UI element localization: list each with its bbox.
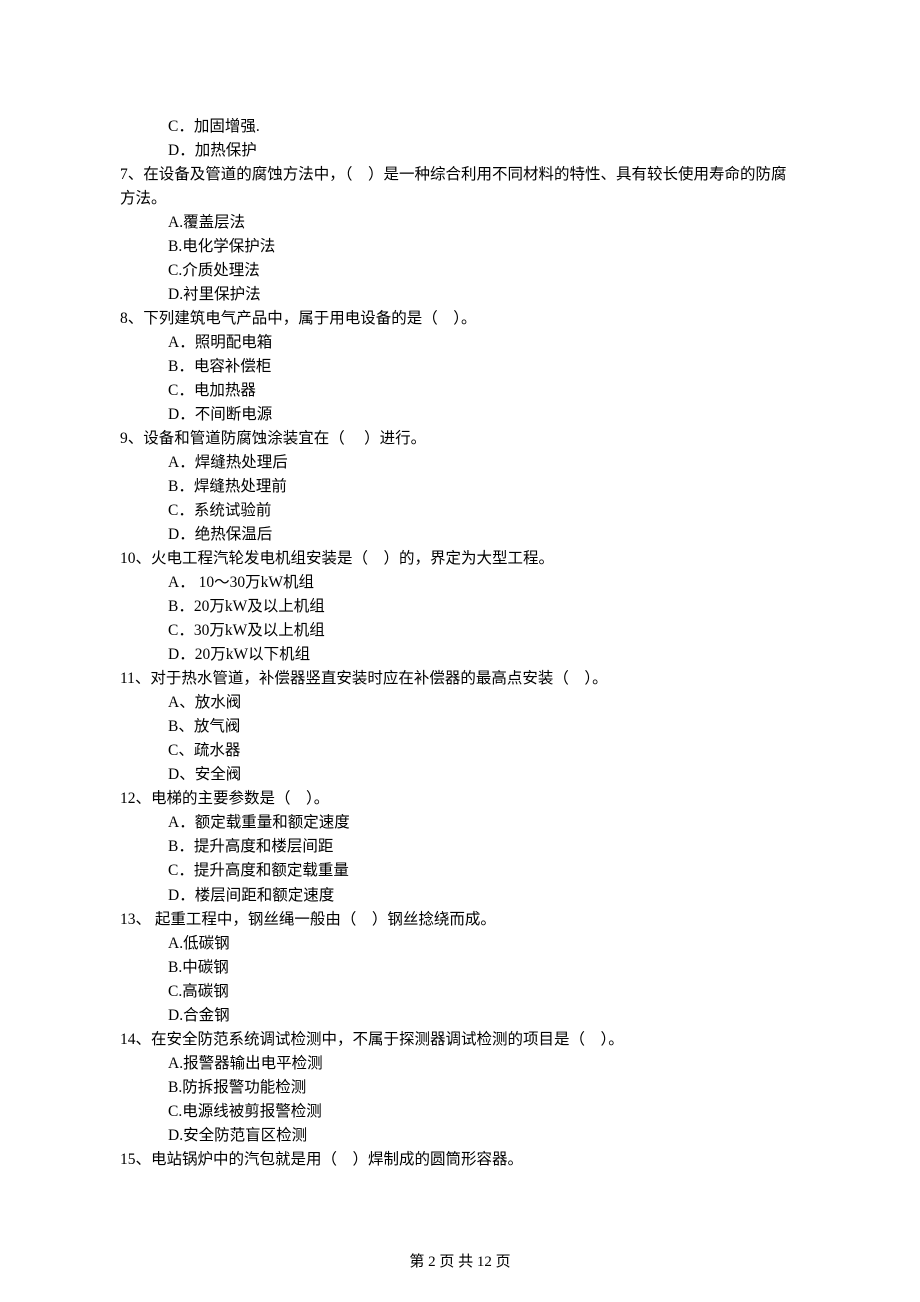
- answer-option: C．30万kW及以上机组: [168, 619, 800, 643]
- question-stem: 10、火电工程汽轮发电机组安装是（ ）的，界定为大型工程。: [120, 547, 800, 571]
- answer-option: B．焊缝热处理前: [168, 475, 800, 499]
- answer-option: A．焊缝热处理后: [168, 451, 800, 475]
- answer-option: B.防拆报警功能检测: [168, 1076, 800, 1100]
- answer-option: A.低碳钢: [168, 932, 800, 956]
- answer-option: D.安全防范盲区检测: [168, 1124, 800, 1148]
- answer-option: C、疏水器: [168, 739, 800, 763]
- answer-option: B.电化学保护法: [168, 235, 800, 259]
- answer-option: C．系统试验前: [168, 499, 800, 523]
- orphan-option: D．加热保护: [168, 139, 800, 163]
- answer-option: A、放水阀: [168, 691, 800, 715]
- question-stem: 15、电站锅炉中的汽包就是用（ ）焊制成的圆筒形容器。: [120, 1148, 800, 1172]
- answer-option: C．电加热器: [168, 379, 800, 403]
- answer-option: A.报警器输出电平检测: [168, 1052, 800, 1076]
- answer-option: C.高碳钢: [168, 980, 800, 1004]
- question-stem: 7、在设备及管道的腐蚀方法中，（ ）是一种综合利用不同材料的特性、具有较长使用寿…: [120, 163, 800, 211]
- answer-option: D．20万kW以下机组: [168, 643, 800, 667]
- answer-option: C．提升高度和额定载重量: [168, 859, 800, 883]
- content-block: C．加固增强. D．加热保护 7、在设备及管道的腐蚀方法中，（ ）是一种综合利用…: [120, 115, 800, 1172]
- answer-option: D、安全阀: [168, 763, 800, 787]
- answer-option: D．楼层间距和额定速度: [168, 884, 800, 908]
- answer-option: A．照明配电箱: [168, 331, 800, 355]
- answer-option: D.衬里保护法: [168, 283, 800, 307]
- answer-option: B.中碳钢: [168, 956, 800, 980]
- question-stem: 8、下列建筑电气产品中，属于用电设备的是（ ）。: [120, 307, 800, 331]
- orphan-option: C．加固增强.: [168, 115, 800, 139]
- answer-option: B．电容补偿柜: [168, 355, 800, 379]
- page-footer: 第 2 页 共 12 页: [0, 1251, 920, 1274]
- question-stem: 9、设备和管道防腐蚀涂装宜在（ ）进行。: [120, 427, 800, 451]
- answer-option: D．不间断电源: [168, 403, 800, 427]
- question-stem: 12、电梯的主要参数是（ ）。: [120, 787, 800, 811]
- question-stem: 13、 起重工程中，钢丝绳一般由（ ）钢丝捻绕而成。: [120, 908, 800, 932]
- answer-option: A． 10～30万kW机组: [168, 571, 800, 595]
- answer-option: A．额定载重量和额定速度: [168, 811, 800, 835]
- answer-option: B．提升高度和楼层间距: [168, 835, 800, 859]
- answer-option: C.介质处理法: [168, 259, 800, 283]
- answer-option: B、放气阀: [168, 715, 800, 739]
- document-page: C．加固增强. D．加热保护 7、在设备及管道的腐蚀方法中，（ ）是一种综合利用…: [0, 0, 920, 1302]
- answer-option: C.电源线被剪报警检测: [168, 1100, 800, 1124]
- answer-option: D.合金钢: [168, 1004, 800, 1028]
- answer-option: D．绝热保温后: [168, 523, 800, 547]
- question-stem: 14、在安全防范系统调试检测中，不属于探测器调试检测的项目是（ ）。: [120, 1028, 800, 1052]
- question-stem: 11、对于热水管道，补偿器竖直安装时应在补偿器的最高点安装（ ）。: [120, 667, 800, 691]
- answer-option: A.覆盖层法: [168, 211, 800, 235]
- answer-option: B．20万kW及以上机组: [168, 595, 800, 619]
